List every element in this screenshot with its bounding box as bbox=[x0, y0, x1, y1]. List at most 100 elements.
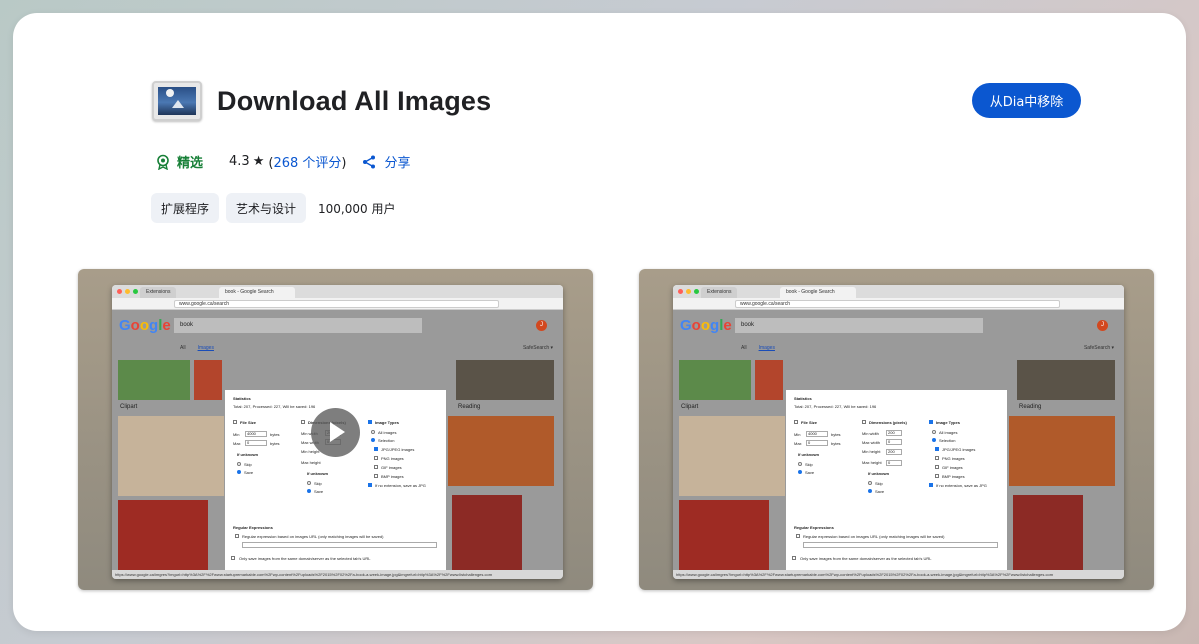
screenshot-video-thumbnail[interactable]: Extensions book - Google Search www.goog… bbox=[78, 269, 593, 590]
share-icon bbox=[363, 155, 376, 168]
radio bbox=[371, 438, 375, 442]
screenshot-image[interactable]: Extensions book - Google Search www.goog… bbox=[639, 269, 1154, 590]
dialog-skip: Skip bbox=[244, 462, 252, 467]
radio bbox=[868, 481, 872, 485]
rating-value: 4.3 bbox=[229, 154, 250, 169]
dialog-max-height: Max height bbox=[862, 460, 882, 465]
dialog-bytes: bytes bbox=[270, 432, 280, 437]
dialog-file-size: File Size bbox=[240, 420, 257, 425]
dialog-if-unknown: If unknown bbox=[307, 471, 329, 476]
dialog-png: PNG images bbox=[942, 456, 965, 461]
user-count: 100,000 用户 bbox=[318, 201, 396, 216]
radio bbox=[307, 481, 311, 485]
google-logo: Google bbox=[119, 317, 171, 334]
dialog-save: Save bbox=[244, 470, 254, 475]
dialog-min: Min bbox=[233, 432, 240, 437]
dialog-gif: GIF images bbox=[381, 465, 402, 470]
address-bar: www.google.ca/search bbox=[673, 298, 1124, 310]
dialog-regex-title: Regular Expressions bbox=[794, 525, 834, 530]
checkbox bbox=[796, 534, 800, 538]
dialog-if-unknown: If unknown bbox=[237, 452, 259, 457]
dialog-selection: Selection bbox=[939, 438, 956, 443]
tag-category[interactable]: 扩展程序 bbox=[151, 193, 220, 223]
checkbox bbox=[233, 420, 237, 424]
tags-row: 扩展程序 艺术与设计 100,000 用户 bbox=[151, 193, 395, 223]
dialog-same-domain: Only save images from the same domain/se… bbox=[800, 556, 932, 561]
avatar: J bbox=[536, 320, 547, 331]
radio bbox=[932, 430, 936, 434]
dialog-max: Max bbox=[794, 441, 802, 446]
tag-subcategory[interactable]: 艺术与设计 bbox=[226, 193, 307, 223]
dialog-file-size: File Size bbox=[801, 420, 818, 425]
result-image bbox=[1017, 360, 1115, 400]
dialog-min-height: Min height bbox=[862, 449, 881, 454]
regex-input bbox=[242, 542, 437, 548]
max-size-input: 0 bbox=[806, 440, 828, 446]
browser-tab: Extensions bbox=[701, 287, 738, 298]
radio bbox=[237, 462, 241, 466]
dialog-min-width: Min width bbox=[862, 431, 879, 436]
result-label: Clipart bbox=[681, 404, 699, 410]
dialog-statistics: Statistics bbox=[794, 396, 812, 401]
result-image bbox=[448, 416, 554, 486]
dialog-bmp: BMP images bbox=[942, 474, 965, 479]
result-image bbox=[1013, 495, 1083, 575]
safesearch-label: SafeSearch ▾ bbox=[522, 345, 553, 351]
status-url: https://www.google.ca/imgres?imgurl=http… bbox=[673, 570, 1124, 579]
dialog-png: PNG images bbox=[381, 456, 404, 461]
google-logo: Google bbox=[680, 317, 732, 334]
max-height-input: 0 bbox=[886, 460, 902, 466]
checkbox bbox=[374, 456, 378, 460]
extension-meta: 精选 4.3 ★ (268 个评分) 分享 bbox=[155, 152, 410, 171]
google-search-box: book bbox=[174, 318, 422, 333]
browser-tabbar: Extensions book - Google Search bbox=[112, 285, 563, 298]
featured-badge-icon bbox=[157, 154, 169, 170]
checkbox bbox=[935, 465, 939, 469]
dialog-min-height: Min height bbox=[301, 449, 320, 454]
google-search-box: book bbox=[735, 318, 983, 333]
checkbox bbox=[794, 420, 798, 424]
dialog-save: Save bbox=[875, 489, 885, 494]
checkbox bbox=[231, 556, 235, 560]
checkbox bbox=[368, 483, 372, 487]
result-label: Reading bbox=[458, 404, 481, 410]
result-image bbox=[679, 500, 769, 575]
checkbox bbox=[929, 483, 933, 487]
dialog-bytes: bytes bbox=[831, 441, 841, 446]
result-label: Reading bbox=[1019, 404, 1042, 410]
browser-tab-active: book - Google Search bbox=[780, 287, 856, 298]
radio bbox=[798, 462, 802, 466]
dialog-jpg: JPG/JPEG images bbox=[942, 447, 976, 452]
reviews-link[interactable]: (268 个评分) bbox=[268, 152, 346, 171]
dialog-skip: Skip bbox=[314, 481, 322, 486]
remove-from-dia-button[interactable]: 从Dia中移除 bbox=[972, 83, 1081, 118]
share-button[interactable]: 分享 bbox=[362, 152, 410, 171]
result-image bbox=[679, 360, 751, 400]
browser-tab: Extensions bbox=[140, 287, 177, 298]
reviews-close-paren: ) bbox=[341, 156, 347, 171]
dialog-if-unknown: If unknown bbox=[868, 471, 890, 476]
google-tabs: All Images bbox=[741, 345, 787, 351]
checkbox bbox=[235, 534, 239, 538]
result-image bbox=[194, 360, 222, 400]
safesearch-label: SafeSearch ▾ bbox=[1083, 345, 1114, 351]
extension-detail-card: Download All Images 从Dia中移除 精选 4.3 ★ (26… bbox=[13, 13, 1186, 631]
checkbox bbox=[935, 456, 939, 460]
play-icon[interactable] bbox=[311, 408, 360, 457]
result-image bbox=[456, 360, 554, 400]
reviews-count[interactable]: 268 个评分 bbox=[273, 156, 341, 171]
browser-window-preview: Extensions book - Google Search www.goog… bbox=[673, 285, 1124, 579]
address-bar: www.google.ca/search bbox=[112, 298, 563, 310]
radio bbox=[798, 470, 802, 474]
checkbox bbox=[374, 465, 378, 469]
browser-tab-active: book - Google Search bbox=[219, 287, 295, 298]
radio bbox=[932, 438, 936, 442]
checkbox bbox=[368, 420, 372, 424]
share-label[interactable]: 分享 bbox=[384, 152, 410, 171]
extension-title: Download All Images bbox=[217, 85, 492, 116]
radio bbox=[371, 430, 375, 434]
checkbox bbox=[862, 420, 866, 424]
browser-tabbar: Extensions book - Google Search bbox=[673, 285, 1124, 298]
checkbox bbox=[374, 474, 378, 478]
radio bbox=[237, 470, 241, 474]
